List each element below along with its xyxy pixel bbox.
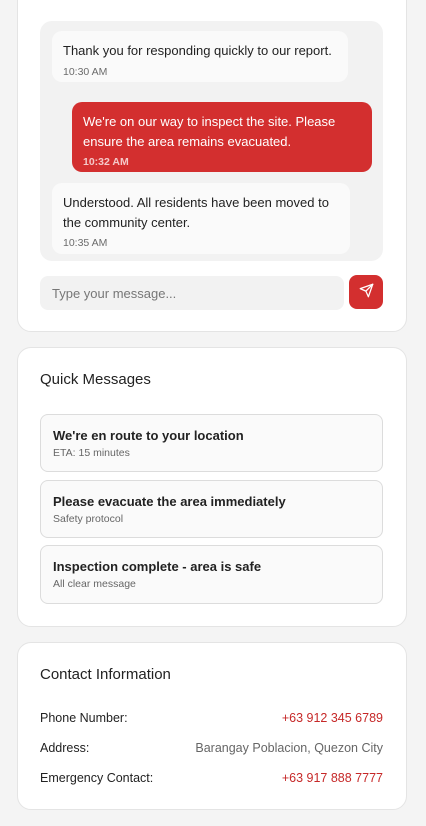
section-title: Quick Messages	[40, 371, 151, 388]
quick-message-subtitle: All clear message	[53, 578, 136, 590]
chat-messages: Thank you for responding quickly to our …	[40, 21, 383, 261]
contact-label: Phone Number:	[40, 711, 128, 725]
quick-message-item[interactable]: We're en route to your location ETA: 15 …	[40, 414, 383, 472]
message-text: Understood. All residents have been move…	[63, 195, 329, 230]
contact-info-card: Contact Information Phone Number: +63 91…	[17, 642, 407, 810]
contact-label: Emergency Contact:	[40, 771, 154, 785]
send-button[interactable]	[349, 275, 383, 309]
message-bubble-incoming: Thank you for responding quickly to our …	[52, 31, 348, 82]
address-value: Barangay Poblacion, Quezon City	[195, 741, 383, 755]
message-text: We're on our way to inspect the site. Pl…	[83, 114, 336, 149]
message-input[interactable]	[40, 276, 344, 310]
message-bubble-incoming: Understood. All residents have been move…	[52, 183, 350, 254]
message-time: 10:35 AM	[63, 237, 108, 249]
chat-card: Thank you for responding quickly to our …	[17, 0, 407, 332]
quick-message-subtitle: ETA: 15 minutes	[53, 447, 130, 459]
send-icon	[359, 283, 374, 301]
message-time: 10:30 AM	[63, 65, 108, 78]
quick-messages-card: Quick Messages We're en route to your lo…	[17, 347, 407, 627]
quick-message-item[interactable]: Please evacuate the area immediately Saf…	[40, 480, 383, 538]
message-text: Thank you for responding quickly to our …	[63, 43, 332, 58]
quick-message-subtitle: Safety protocol	[53, 513, 124, 525]
message-time: 10:32 AM	[83, 156, 129, 168]
phone-number-link[interactable]: +63 912 345 6789	[282, 711, 383, 725]
quick-message-title: Inspection complete - area is safe	[53, 559, 262, 574]
emergency-contact-link[interactable]: +63 917 888 7777	[282, 771, 383, 785]
section-title: Contact Information	[40, 666, 171, 683]
quick-message-title: Please evacuate the area immediately	[53, 494, 286, 509]
message-composer	[40, 275, 383, 311]
message-bubble-outgoing: We're on our way to inspect the site. Pl…	[72, 102, 372, 172]
contact-label: Address:	[40, 741, 90, 755]
quick-message-title: We're en route to your location	[53, 428, 244, 443]
quick-message-item[interactable]: Inspection complete - area is safe All c…	[40, 545, 383, 604]
